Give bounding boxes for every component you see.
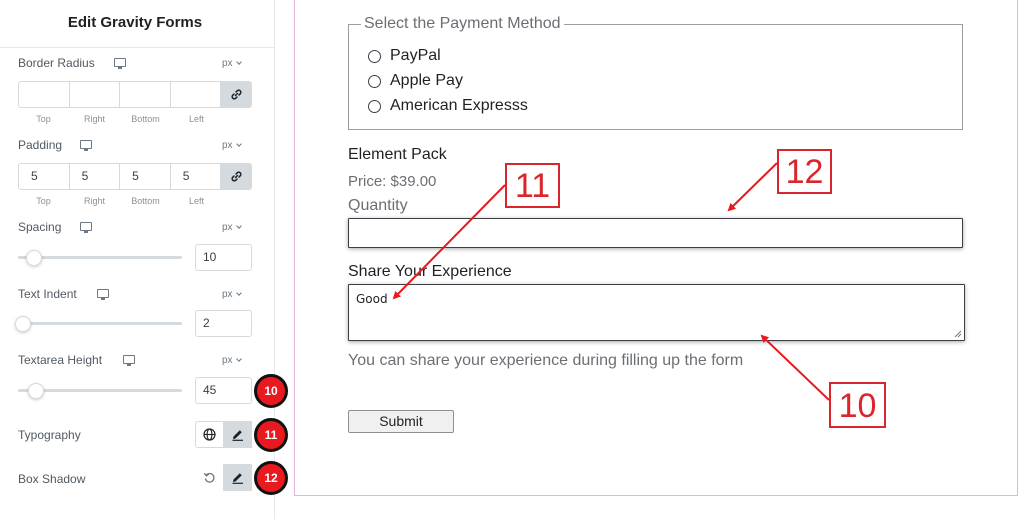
experience-label: Share Your Experience [348,263,512,280]
step-badge-12: 12 [254,461,288,495]
experience-hint: You can share your experience during fil… [348,352,744,369]
product-name: Element Pack [348,146,447,163]
payment-option-paypal[interactable]: PayPal [368,47,441,65]
payment-option-label: American Expresss [390,97,528,114]
text-indent-slider-handle[interactable] [15,316,31,332]
padding-side-labels: Top Right Bottom Left [18,196,222,206]
border-radius-bottom-input[interactable] [120,82,171,107]
responsive-monitor-icon[interactable] [80,222,92,233]
padding-right-input[interactable]: 5 [70,164,121,189]
payment-option-label: PayPal [390,47,441,64]
border-radius-top-input[interactable] [19,82,70,107]
padding-unit-select[interactable]: px [222,140,242,151]
spacing-unit-select[interactable]: px [222,222,242,233]
spacing-slider-track[interactable] [18,256,182,259]
text-indent-label: Text Indent [18,287,77,301]
editor-panel: Edit Gravity Forms Border Radius px Top … [0,0,288,519]
border-radius-side-labels: Top Right Bottom Left [18,114,222,124]
text-indent-unit-select[interactable]: px [222,289,242,300]
step-badge-11: 11 [254,418,288,452]
textarea-value: Good [356,292,388,306]
text-indent-input[interactable]: 2 [195,310,252,337]
edit-box-shadow-button[interactable] [223,464,252,491]
side-label: Bottom [131,196,160,206]
textarea-height-label: Textarea Height [18,353,103,367]
side-label: Right [83,114,105,124]
padding-left-input[interactable]: 5 [171,164,222,189]
side-label: Top [36,114,51,124]
side-label: Right [83,196,105,206]
chevron-down-icon [235,356,242,362]
responsive-monitor-icon[interactable] [123,355,135,366]
textarea-height-slider-handle[interactable] [28,383,44,399]
textarea-height-unit-select[interactable]: px [222,355,242,366]
annotation-10: 10 [829,382,886,428]
link-icon [231,89,242,100]
chevron-down-icon [235,223,242,229]
textarea-height-input[interactable]: 45 [195,377,252,404]
unit-label: px [222,289,233,300]
radio-button[interactable] [368,99,381,113]
border-radius-left-input[interactable] [171,82,222,107]
chevron-down-icon [235,290,242,296]
side-label: Left [188,114,204,124]
spacing-slider-handle[interactable] [26,250,42,266]
link-values-button[interactable] [221,164,251,189]
payment-option-label: Apple Pay [390,72,463,89]
panel-title: Edit Gravity Forms [67,14,203,31]
pencil-icon [232,430,243,441]
unit-label: px [222,140,233,151]
globe-icon [203,428,216,441]
edit-typography-button[interactable] [223,421,252,448]
quantity-input[interactable] [348,218,963,248]
radio-button[interactable] [368,74,381,88]
global-typography-button[interactable] [195,421,224,448]
border-radius-right-input[interactable] [70,82,121,107]
border-radius-label: Border Radius [18,56,95,70]
padding-label: Padding [18,138,63,152]
typography-label: Typography [18,428,81,442]
unit-label: px [222,355,233,366]
padding-top-input[interactable]: 5 [19,164,70,189]
link-values-button[interactable] [221,82,251,107]
payment-option-apple-pay[interactable]: Apple Pay [368,72,463,90]
annotation-12: 12 [777,149,832,194]
side-label: Bottom [131,114,160,124]
padding-bottom-input[interactable]: 5 [120,164,171,189]
border-radius-unit-select[interactable]: px [222,58,242,69]
annotation-11: 11 [505,163,560,208]
responsive-monitor-icon[interactable] [114,58,126,69]
step-badge-10: 10 [254,374,288,408]
spacing-input[interactable]: 10 [195,244,252,271]
payment-option-amex[interactable]: American Expresss [368,97,528,115]
reset-box-shadow-button[interactable] [195,464,224,491]
responsive-monitor-icon[interactable] [80,140,92,151]
resize-grip-icon[interactable] [954,330,962,338]
unit-label: px [222,58,233,69]
link-icon [231,171,242,182]
submit-button[interactable]: Submit [348,410,454,433]
border-radius-inputs [18,81,252,108]
box-shadow-label: Box Shadow [18,472,86,486]
panel-header: Edit Gravity Forms [0,0,275,48]
product-price: Price: $39.00 [348,173,437,190]
payment-method-legend: Select the Payment Method [361,15,564,33]
unit-label: px [222,222,233,233]
responsive-monitor-icon[interactable] [97,289,109,300]
quantity-label: Quantity [348,197,408,214]
chevron-down-icon [235,59,242,65]
radio-button[interactable] [368,49,381,63]
pencil-icon [232,473,243,484]
experience-textarea[interactable]: Good [348,284,965,341]
padding-inputs: 5 5 5 5 [18,163,252,190]
text-indent-slider-track[interactable] [18,322,182,325]
reset-icon [203,472,215,483]
side-label: Left [188,196,204,206]
side-label: Top [36,196,51,206]
chevron-down-icon [235,141,242,147]
spacing-label: Spacing [18,220,62,234]
